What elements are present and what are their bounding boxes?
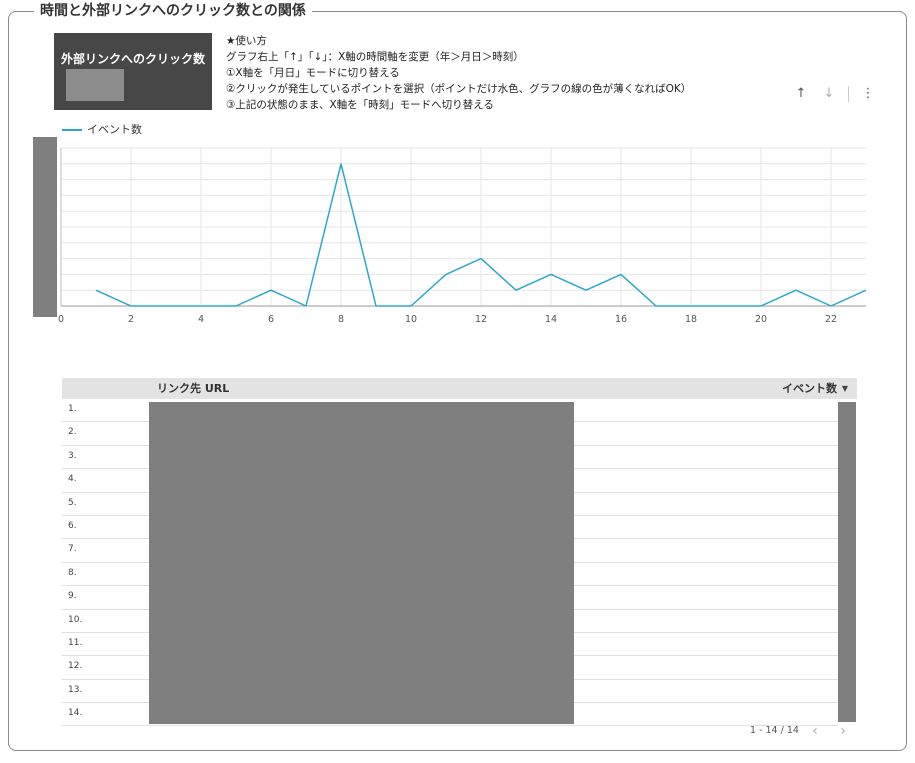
legend-label: イベント数 [87,123,142,136]
x-tick-label: 10 [405,314,417,325]
x-tick-label: 0 [58,314,64,325]
row-number: 2. [68,427,77,438]
data-point[interactable] [406,301,416,311]
data-point[interactable] [791,285,801,295]
data-point[interactable] [441,269,451,279]
instruction-line: グラフ右上「↑」「↓」：X軸の時間軸を変更（年＞月日＞時刻） [226,51,524,63]
data-point[interactable] [546,269,556,279]
data-point[interactable] [861,285,870,295]
data-point[interactable] [266,285,276,295]
x-tick-label: 16 [615,314,627,325]
data-point[interactable] [826,301,836,311]
instruction-line: ②クリックが発生しているポイントを選択（ポイントだけ水色、グラフの線の色が薄くな… [226,83,692,95]
data-point[interactable] [161,301,171,311]
data-point[interactable] [231,301,241,311]
column-header-url[interactable]: リンク先 URL [157,378,229,399]
instruction-line: ★使い方 [226,35,267,47]
instruction-line: ③上記の状態のまま、X軸を「時刻」モードへ切り替える [226,99,494,111]
x-tick-label: 12 [475,314,487,325]
next-page-icon[interactable]: › [836,723,850,739]
x-tick-label: 20 [755,314,767,325]
scorecard-label: 外部リンクへのクリック数 [60,52,205,66]
data-point[interactable] [196,301,206,311]
row-number: 4. [68,474,77,485]
drill-down-icon[interactable]: ↓ [820,85,838,103]
x-tick-label: 14 [545,314,557,325]
data-point[interactable] [616,269,626,279]
x-tick-label: 4 [198,314,204,325]
x-tick-label: 18 [685,314,697,325]
row-number: 8. [68,567,77,578]
toolbar-divider [848,86,849,102]
instructions-text: ★使い方 グラフ右上「↑」「↓」：X軸の時間軸を変更（年＞月日＞時刻） ①X軸を… [226,33,691,113]
scorecard[interactable]: 外部リンクへのクリック数 [54,33,212,110]
row-number: 11. [68,637,83,648]
data-point[interactable] [301,301,311,311]
x-tick-label: 2 [128,314,134,325]
row-number: 13. [68,684,83,695]
data-point[interactable] [91,285,101,295]
row-number: 9. [68,591,77,602]
x-tick-label: 6 [268,314,274,325]
row-number: 14. [68,708,83,719]
column-header-event-count[interactable]: イベント数 [782,378,837,399]
row-number: 3. [68,450,77,461]
url-column-redacted [149,402,574,724]
data-point[interactable] [511,285,521,295]
x-tick-label: 22 [825,314,837,325]
data-point[interactable] [686,301,696,311]
more-options-icon[interactable]: ⋮ [859,85,877,103]
panel-title: 時間と外部リンクへのクリック数との関係 [34,2,312,20]
row-number: 5. [68,497,77,508]
drill-up-icon[interactable]: ↑ [792,85,810,103]
row-number: 7. [68,544,77,555]
sort-desc-icon[interactable]: ▼ [842,378,848,399]
data-point[interactable] [581,285,591,295]
data-point[interactable] [336,159,346,169]
data-point[interactable] [721,301,731,311]
data-point[interactable] [651,301,661,311]
row-number: 10. [68,614,83,625]
line-chart[interactable]: 0 2 4 6 8 10 12 14 16 18 20 22 [50,140,870,330]
prev-page-icon[interactable]: ‹ [808,723,822,739]
instruction-line: ①X軸を「月日」モードに切り替える [226,67,400,79]
table-header: リンク先 URL イベント数 ▼ [62,378,857,399]
row-number: 12. [68,661,83,672]
pagination-label: 1 - 14 / 14 [750,725,799,736]
x-tick-label: 8 [338,314,344,325]
data-point[interactable] [371,301,381,311]
count-column-redacted [838,402,856,722]
legend-swatch [62,129,82,131]
row-number: 1. [68,404,77,414]
data-point[interactable] [756,301,766,311]
data-point[interactable] [476,254,486,264]
row-number: 6. [68,520,77,531]
scorecard-value-redacted [66,69,124,101]
data-point[interactable] [126,301,136,311]
